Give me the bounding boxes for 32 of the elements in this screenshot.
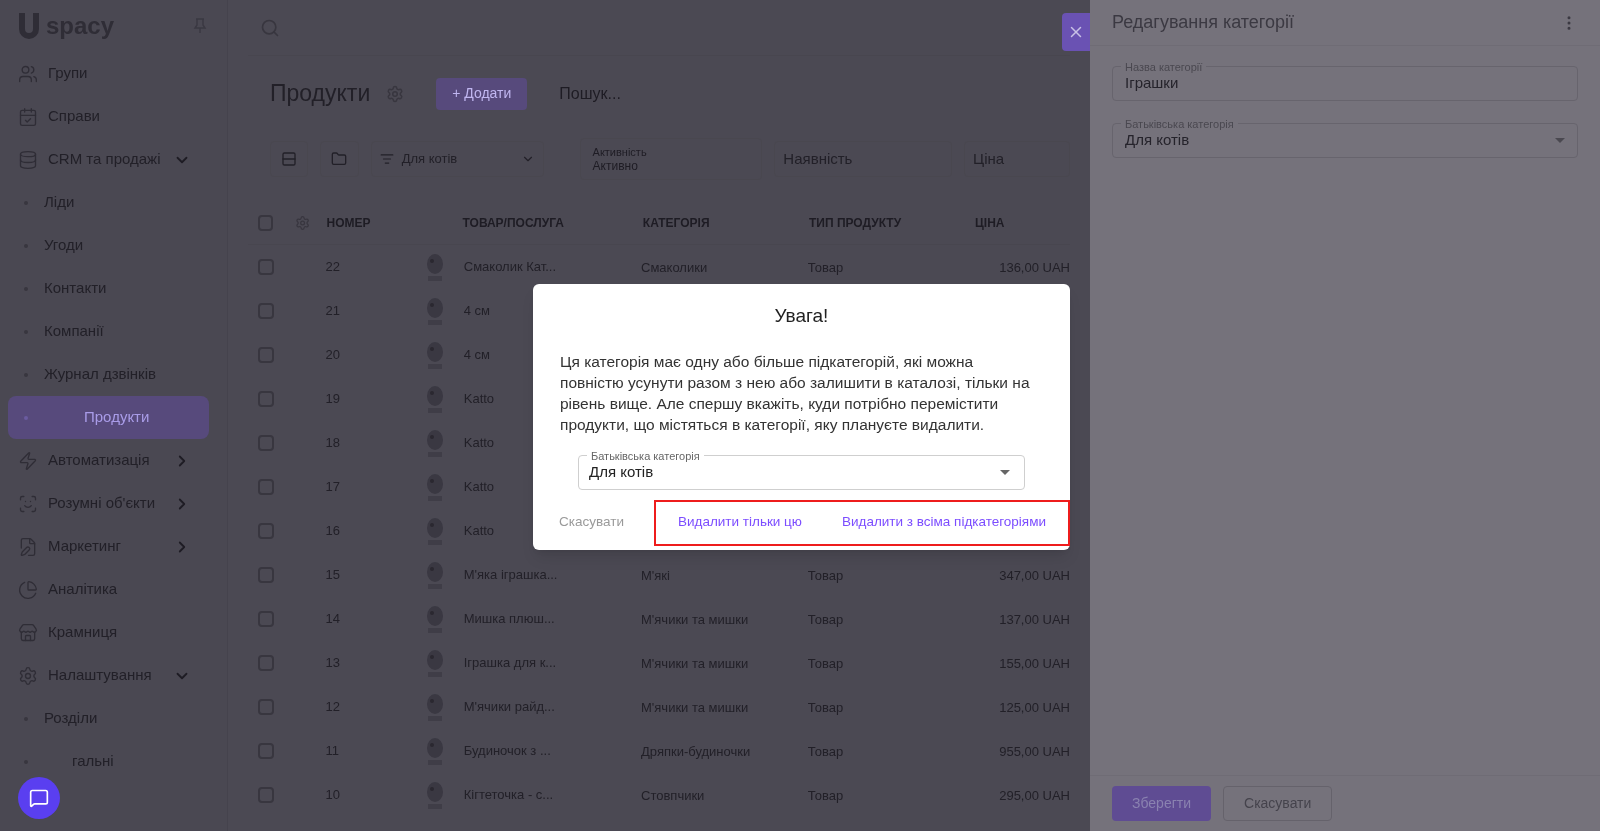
filter-icon — [379, 152, 394, 166]
panel-title: Редагування категорії — [1112, 11, 1295, 34]
list-view-button[interactable] — [270, 141, 309, 177]
chat-button[interactable] — [18, 777, 60, 819]
folder-button[interactable] — [320, 141, 359, 177]
field-value: Для котів — [589, 462, 654, 482]
delete-button[interactable]: Видалити тільки цю — [678, 512, 802, 533]
section-icon — [18, 536, 38, 557]
delete-button[interactable]: Видалити з всіма підкатегоріями — [842, 512, 1046, 533]
section-icon — [18, 106, 38, 127]
chat-icon — [29, 788, 49, 808]
rows-icon — [281, 151, 298, 167]
cancel-button[interactable]: Скасувати — [553, 500, 630, 545]
logo-icon — [16, 11, 42, 41]
sidebar-item[interactable]: Продукти — [8, 396, 209, 439]
field-value: Іграшки — [1125, 73, 1179, 94]
dropdown-icon — [1000, 469, 1010, 475]
add-button[interactable]: + Додати — [436, 77, 528, 110]
close-button[interactable] — [1062, 13, 1090, 51]
dialog-title: Увага! — [774, 304, 829, 328]
section-icon — [18, 149, 38, 170]
section-icon — [18, 450, 38, 471]
section-icon — [18, 63, 38, 84]
dialog-message: Ця категорія має одну або більше підкатегорій, які можна повністю усунути разом з нею або залишити в каталозі, тільки на рівень вище. Але спершу вкажіть, куди потрібно перемістити продукти, що містяться в категорії, яку плануєте видалити. — [560, 351, 1031, 435]
folder-icon — [331, 151, 348, 167]
section-icon — [18, 622, 38, 643]
section-icon — [18, 579, 38, 600]
sidebar-label: Продукти — [84, 407, 150, 428]
section-icon — [18, 493, 38, 514]
dropdown-icon — [1555, 138, 1565, 143]
field-value: Для котів — [1125, 130, 1190, 151]
section-icon — [18, 665, 38, 686]
